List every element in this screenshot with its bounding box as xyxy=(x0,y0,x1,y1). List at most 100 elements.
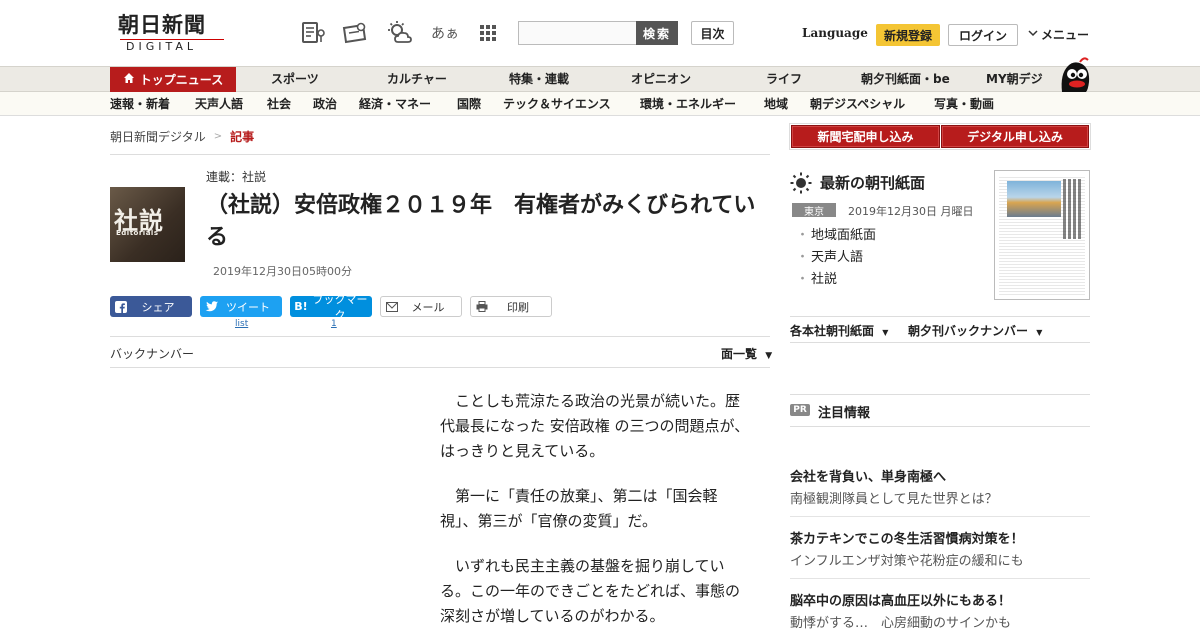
pr-item-title[interactable]: 脳卒中の原因は高血圧以外にもある！ xyxy=(790,590,1011,609)
series-label[interactable]: 連載：社説 xyxy=(206,168,266,185)
regional-papers-dropdown[interactable]: 各本社朝刊紙面 ▼ xyxy=(790,322,888,339)
backnumber-link[interactable]: バックナンバー xyxy=(110,345,194,362)
paper-backnumber-label: 朝夕刊バックナンバー xyxy=(908,324,1029,338)
series-thumbnail[interactable]: 社説 Editorials xyxy=(110,187,185,262)
logo-japanese: 朝日新聞 xyxy=(118,12,206,37)
divider xyxy=(790,394,1090,395)
sun-icon xyxy=(790,172,812,194)
pr-badge: PR xyxy=(790,404,810,416)
paper-backnumber-dropdown[interactable]: 朝夕刊バックナンバー ▼ xyxy=(908,322,1042,339)
article-title: （社説）安倍政権２０１９年 有権者がみくびられている xyxy=(206,193,756,250)
divider xyxy=(110,336,770,337)
digital-subscribe-button[interactable]: デジタル申し込み xyxy=(941,125,1089,148)
mail-share-button[interactable]: メール xyxy=(380,296,462,317)
report-icon[interactable] xyxy=(300,20,328,46)
home-icon xyxy=(123,72,135,87)
mail-share-label: メール xyxy=(411,300,445,314)
nav-society[interactable]: 社会 xyxy=(267,92,291,116)
front-page-image xyxy=(999,175,1085,295)
nav-culture[interactable]: カルチャー xyxy=(387,67,447,92)
facebook-share-button[interactable]: シェア xyxy=(110,296,192,317)
menu-button[interactable]: メニュー xyxy=(1028,26,1089,43)
divider xyxy=(790,316,1090,317)
breadcrumb-home[interactable]: 朝日新聞デジタル xyxy=(110,128,206,145)
paper-link-list: 地域面紙面 天声人語 社説 xyxy=(796,228,876,294)
caret-down-icon: ▼ xyxy=(1036,328,1043,337)
facebook-share-label: シェア xyxy=(141,300,175,314)
paper-link-tensei[interactable]: 天声人語 xyxy=(796,250,876,272)
login-button[interactable]: ログイン xyxy=(948,24,1018,46)
nav-international[interactable]: 国際 xyxy=(457,92,481,116)
font-size-icon[interactable]: あぁ xyxy=(430,20,460,46)
pr-item-title[interactable]: 茶カテキンでこの冬生活習慣病対策を！ xyxy=(790,528,1024,547)
newspaper-subscribe-button[interactable]: 新聞宅配申し込み xyxy=(791,125,940,148)
mascot-icon[interactable] xyxy=(1056,56,1092,94)
divider xyxy=(790,426,1090,427)
nav-breaking[interactable]: 速報・新着 xyxy=(110,92,170,116)
nav-top-news-label: トップニュース xyxy=(139,73,224,87)
nav-tensei-jingo[interactable]: 天声人語 xyxy=(195,92,243,116)
front-page-thumbnail[interactable] xyxy=(994,170,1090,300)
pr-item-subtitle[interactable]: 動悸がする… 心房細動のサインかも xyxy=(790,612,1011,630)
article-paragraph: 第一に「責任の放棄」、第二は「国会軽視」、第三が「官僚の変質」だ。 xyxy=(440,487,718,530)
toc-button[interactable]: 目次 xyxy=(691,21,734,45)
divider xyxy=(790,516,1090,517)
twitter-share-button[interactable]: ツイート xyxy=(200,296,282,317)
nav-economy[interactable]: 経済・マネー xyxy=(359,92,431,116)
facebook-icon xyxy=(110,300,132,313)
pr-item-subtitle[interactable]: インフルエンザ対策や花粉症の緩和にも xyxy=(790,550,1024,569)
nav-photo-video[interactable]: 写真・動画 xyxy=(934,92,994,116)
regional-papers-label: 各本社朝刊紙面 xyxy=(790,324,875,338)
article-body: ことしも荒涼たる政治の光景が続いた。歴代最長になった 安倍政権 の三つの問題点が… xyxy=(440,389,750,630)
weather-icon[interactable] xyxy=(386,20,414,46)
all-pages-label: 面一覧 xyxy=(721,347,758,361)
twitter-share-label: ツイート xyxy=(226,300,270,314)
divider xyxy=(790,578,1090,579)
nav-my-asahi[interactable]: MY朝デジ xyxy=(986,67,1043,92)
print-button[interactable]: 印刷 xyxy=(470,296,552,317)
search-button[interactable]: 検索 xyxy=(636,21,678,45)
site-header: 朝日新聞 DIGITAL あぁ 検索 目次 Language 新規登録 ログイン… xyxy=(0,0,1200,66)
mail-icon xyxy=(381,301,403,312)
breadcrumb: 朝日新聞デジタル > 記事 xyxy=(110,128,254,145)
hatena-count-link[interactable]: 1 xyxy=(331,319,337,329)
all-pages-dropdown[interactable]: 面一覧 ▼ xyxy=(721,345,772,362)
nav-opinion[interactable]: オピニオン xyxy=(631,67,691,92)
hatena-bookmark-button[interactable]: B! ブックマーク xyxy=(290,293,372,322)
menu-label: メニュー xyxy=(1041,28,1090,42)
article-date: 2019年12月30日05時00分 xyxy=(213,265,352,278)
front-page-photo xyxy=(1007,181,1061,217)
site-logo[interactable]: 朝日新聞 DIGITAL xyxy=(118,12,228,54)
paper-date: 2019年12月30日 月曜日 xyxy=(848,205,974,218)
twitter-count-link[interactable]: list xyxy=(235,319,248,329)
pr-item-title[interactable]: 会社を背負い、単身南極へ xyxy=(790,466,946,485)
nav-special[interactable]: 朝デジスペシャル xyxy=(810,92,905,116)
nav-tech-science[interactable]: テック＆サイエンス xyxy=(503,92,611,116)
nav-features[interactable]: 特集・連載 xyxy=(509,67,569,92)
paper-link-editorial[interactable]: 社説 xyxy=(796,272,876,294)
paper-link-regional[interactable]: 地域面紙面 xyxy=(796,228,876,250)
nav-life[interactable]: ライフ xyxy=(766,67,802,92)
nav-region[interactable]: 地域 xyxy=(764,92,788,116)
nav-papers[interactable]: 朝夕刊紙面・be xyxy=(861,67,950,92)
nav-sports[interactable]: スポーツ xyxy=(271,67,319,92)
nav-environment[interactable]: 環境・エネルギー xyxy=(640,92,736,116)
pr-section-title: 注目情報 xyxy=(818,406,871,421)
latest-paper-title[interactable]: 最新の朝刊紙面 xyxy=(820,172,925,193)
apps-grid-icon[interactable] xyxy=(474,20,502,46)
signup-button[interactable]: 新規登録 xyxy=(876,24,940,46)
search-input[interactable] xyxy=(518,21,636,45)
divider xyxy=(110,154,770,155)
caret-down-icon: ▼ xyxy=(882,328,889,337)
divider xyxy=(110,367,770,368)
language-link[interactable]: Language xyxy=(802,26,868,40)
article-paragraph: いずれも民主主義の基盤を掘り崩している。この一年のできごとをたどれば、事態の深刻… xyxy=(440,557,741,625)
nav-top-news[interactable]: トップニュース xyxy=(110,67,236,92)
main-nav: トップニュース スポーツ カルチャー 特集・連載 オピニオン ライフ 朝夕刊紙面… xyxy=(0,66,1200,92)
region-badge: 東京 xyxy=(792,203,836,218)
twitter-bird-icon xyxy=(200,301,222,312)
thumbnail-subtitle: Editorials xyxy=(116,229,159,237)
pr-item-subtitle[interactable]: 南極観測隊員として見た世界とは？ xyxy=(790,488,998,507)
coupon-icon[interactable] xyxy=(341,20,369,46)
nav-politics[interactable]: 政治 xyxy=(313,92,337,116)
